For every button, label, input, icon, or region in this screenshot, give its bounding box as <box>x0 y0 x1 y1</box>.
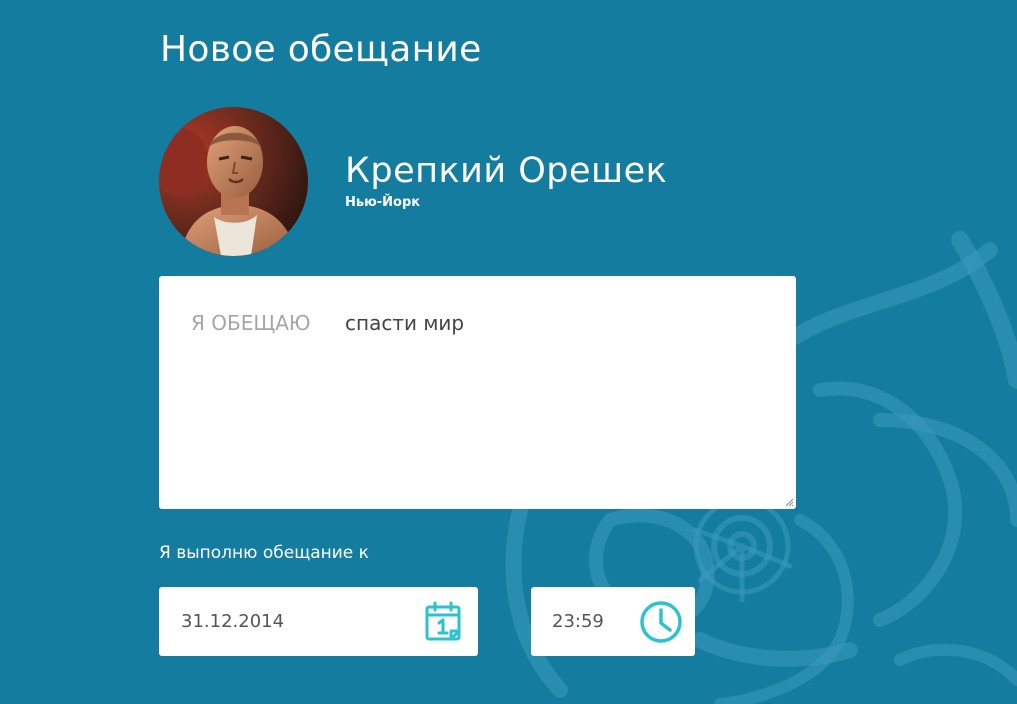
resize-handle-icon[interactable] <box>785 498 794 507</box>
promise-prefix-label: Я ОБЕЩАЮ <box>191 311 311 335</box>
promise-text[interactable]: спасти мир <box>345 310 464 336</box>
user-avatar[interactable] <box>159 107 308 256</box>
clock-icon[interactable] <box>638 599 684 645</box>
profile-city: Нью-Йорк <box>345 195 421 210</box>
user-avatar-photo <box>159 107 308 256</box>
promise-textarea[interactable]: Я ОБЕЩАЮ спасти мир <box>159 276 796 509</box>
deadline-label: Я выполню обещание к <box>159 543 369 563</box>
date-value[interactable]: 31.12.2014 <box>181 610 284 634</box>
date-field[interactable]: 31.12.2014 <box>159 587 478 656</box>
page-title: Новое обещание <box>160 29 482 70</box>
time-value[interactable]: 23:59 <box>552 610 604 634</box>
profile-name: Крепкий Орешек <box>345 151 668 191</box>
calendar-icon[interactable] <box>424 600 464 644</box>
time-field[interactable]: 23:59 <box>531 587 695 656</box>
